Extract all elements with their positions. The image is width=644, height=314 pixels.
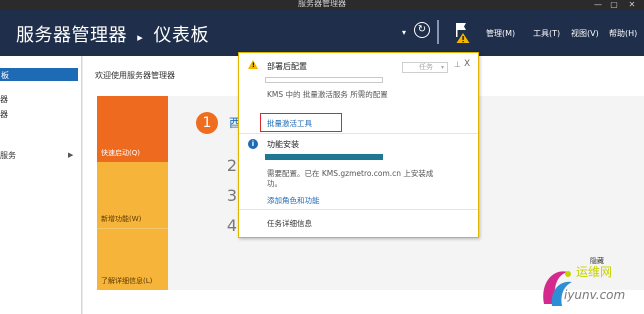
chevron-right-icon[interactable]: ▶	[68, 151, 73, 159]
sidebar-item-label: 板	[1, 71, 9, 80]
maximize-button[interactable]: ▢	[606, 0, 622, 10]
task-message: 需要配置。已在 KMS.gzmetro.com.cn 上安装成	[267, 169, 434, 178]
tile-label: 了解详细信息(L)	[101, 277, 153, 285]
tile-whats-new[interactable]: 新增功能(W)	[97, 162, 168, 228]
sidebar-item-file-services[interactable]: 服务	[0, 150, 16, 161]
refresh-icon[interactable]: ↻	[414, 22, 430, 38]
menu-tools[interactable]: 工具(T)	[533, 28, 560, 39]
tile-label: 快速启动(Q)	[101, 149, 140, 157]
notification-popup: ! 部署后配置 任务 ▾ ⊥ X KMS 中的 批量激活服务 所需的配置 批量激…	[238, 52, 479, 238]
info-icon: i	[248, 139, 258, 149]
task-progress-bar	[265, 77, 383, 83]
window-title: 服务器管理器	[298, 0, 346, 8]
progress-fill	[265, 154, 383, 160]
task-dropdown-label: 任务	[419, 63, 433, 71]
task-message-continued: 功。	[267, 179, 282, 188]
task-title: 功能安装	[267, 140, 299, 149]
divider	[239, 133, 478, 134]
notifications-flag-icon[interactable]	[454, 22, 470, 44]
tile-label: 新增功能(W)	[101, 215, 142, 223]
sidebar-item-dashboard[interactable]: 板	[0, 68, 78, 81]
tile-learn-more[interactable]: 了解详细信息(L)	[97, 228, 168, 290]
welcome-title: 欢迎使用服务器管理器	[95, 71, 175, 80]
sidebar: 板 器 器 服务 ▶	[0, 56, 82, 314]
watermark-brand: 运维网	[576, 265, 613, 279]
add-roles-features-link[interactable]: 添加角色和功能	[267, 195, 320, 206]
task-message: KMS 中的 批量激活服务 所需的配置	[267, 90, 388, 99]
task-title: 部署后配置	[267, 62, 307, 71]
watermark-logo: 隐藏 运维网 iyunv.com	[538, 257, 642, 312]
step-1-badge: 1	[196, 112, 218, 134]
highlight-annotation	[260, 113, 342, 132]
breadcrumb-page: 仪表板	[153, 25, 209, 46]
tile-quick-start[interactable]: 快速启动(Q)	[97, 96, 168, 162]
sidebar-item-all-servers[interactable]: 器	[0, 109, 8, 120]
pin-icon[interactable]: ⊥	[454, 60, 461, 69]
chevron-down-icon[interactable]: ▾	[402, 28, 406, 37]
window-title-bar: 服务器管理器 — ▢ ✕	[0, 0, 644, 10]
chevron-down-icon: ▾	[440, 64, 444, 71]
breadcrumb-app[interactable]: 服务器管理器	[16, 25, 127, 46]
app-header: 服务器管理器 ▸ 仪表板 ▾ ↻ 管理(M) 工具(T) 视图(V) 帮助(H)	[0, 10, 644, 56]
close-window-button[interactable]: ✕	[624, 0, 640, 10]
watermark-swirl-icon	[543, 271, 572, 306]
flag-icon	[456, 23, 470, 43]
header-divider	[437, 20, 439, 44]
menu-manage[interactable]: 管理(M)	[486, 28, 515, 39]
minimize-button[interactable]: —	[590, 0, 606, 10]
divider	[239, 209, 478, 210]
close-icon[interactable]: X	[464, 59, 470, 69]
menu-help[interactable]: 帮助(H)	[609, 28, 637, 39]
menu-view[interactable]: 视图(V)	[571, 28, 599, 39]
breadcrumb-separator-icon: ▸	[137, 31, 144, 44]
task-progress-bar	[265, 154, 383, 160]
task-dropdown[interactable]: 任务 ▾	[402, 62, 448, 73]
sidebar-item-local-server[interactable]: 器	[0, 94, 8, 105]
breadcrumb: 服务器管理器 ▸ 仪表板	[16, 21, 209, 47]
task-details-link[interactable]: 任务详细信息	[267, 218, 312, 229]
watermark-url: iyunv.com	[564, 288, 626, 302]
warning-glyph: !	[252, 62, 255, 69]
